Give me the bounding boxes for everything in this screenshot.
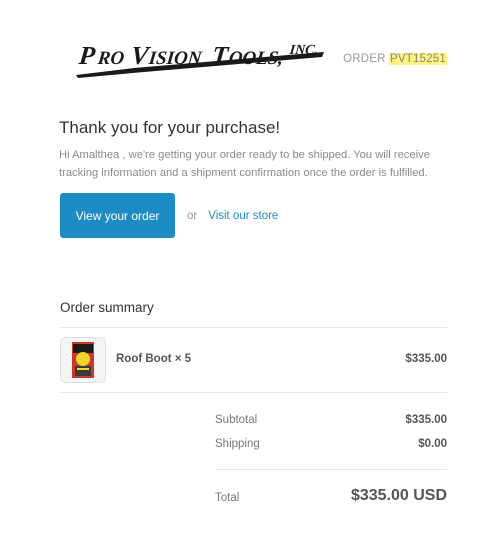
confirmation-message: Hi Amalthea , we're getting your order r… (59, 149, 430, 179)
product-thumbnail (60, 337, 106, 383)
svg-text:OOLS,: OOLS, (228, 48, 285, 69)
view-order-button[interactable]: View your order (60, 193, 175, 238)
order-number: PVT15251 (389, 53, 447, 65)
divider (215, 469, 447, 470)
subtotal-label: Subtotal (215, 414, 258, 426)
shipping-label: Shipping (215, 438, 260, 450)
shipping-value: $0.00 (418, 438, 447, 450)
thank-you-heading: Thank you for your purchase! (59, 118, 281, 137)
order-summary-heading: Order summary (60, 300, 154, 315)
order-prefix: ORDER (343, 53, 386, 65)
svg-text:INC.: INC. (288, 42, 319, 58)
line-item: Roof Boot × 5 $335.00 (60, 337, 447, 383)
order-label: ORDER PVT15251 (343, 53, 447, 65)
product-package-icon (61, 338, 105, 382)
subtotal-value: $335.00 (405, 414, 447, 426)
divider (60, 392, 447, 393)
provisiontools-logo[interactable]: P RO V ISION T OOLS, INC. (74, 28, 326, 80)
svg-text:P: P (77, 41, 98, 70)
item-name: Roof Boot × 5 (116, 353, 192, 365)
or-separator: or (187, 209, 198, 222)
svg-text:RO: RO (96, 48, 126, 69)
total-label: Total (215, 492, 240, 504)
svg-text:ISION: ISION (147, 48, 204, 69)
action-row: View your order or Visit our store (60, 193, 278, 238)
total-value: $335.00 USD (350, 487, 447, 504)
item-price: $335.00 (405, 353, 447, 365)
divider (60, 327, 447, 328)
email-header: P RO V ISION T OOLS, INC. ORDER PVT15251 (0, 0, 500, 110)
visit-store-link[interactable]: Visit our store (208, 210, 278, 222)
